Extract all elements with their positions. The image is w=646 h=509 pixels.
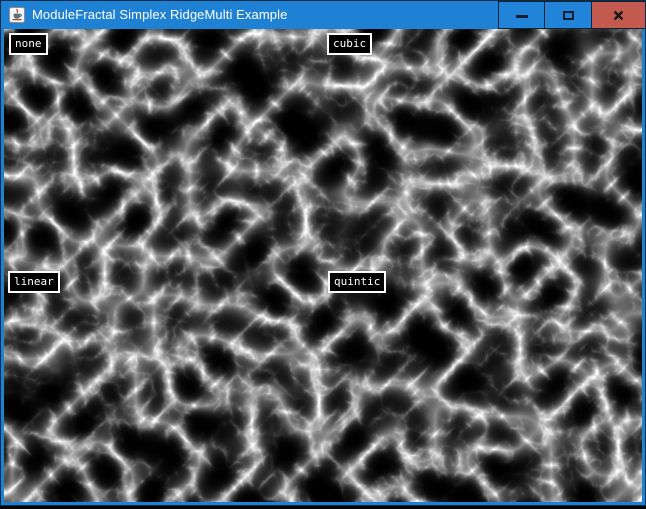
window-controls — [498, 1, 645, 29]
maximize-button[interactable] — [545, 1, 592, 29]
noise-render-canvas — [4, 29, 642, 502]
minimize-icon — [516, 15, 528, 18]
interp-label-linear: linear — [8, 271, 60, 293]
interp-label-cubic: cubic — [327, 33, 372, 55]
desktop-background: { "window": { "title": "ModuleFractal Si… — [0, 0, 646, 509]
titlebar[interactable]: ModuleFractal Simplex RidgeMulti Example — [1, 1, 645, 29]
minimize-button[interactable] — [498, 1, 545, 29]
interp-label-quintic: quintic — [328, 271, 386, 293]
interp-label-none: none — [9, 33, 48, 55]
noise-view: none cubic linear quintic — [4, 29, 642, 502]
maximize-icon — [563, 11, 574, 20]
java-coffee-cup-icon[interactable] — [9, 7, 25, 23]
close-button[interactable] — [592, 1, 645, 29]
app-window: ModuleFractal Simplex RidgeMulti Example… — [0, 0, 646, 506]
window-title: ModuleFractal Simplex RidgeMulti Example — [32, 7, 498, 23]
close-icon — [613, 10, 624, 21]
